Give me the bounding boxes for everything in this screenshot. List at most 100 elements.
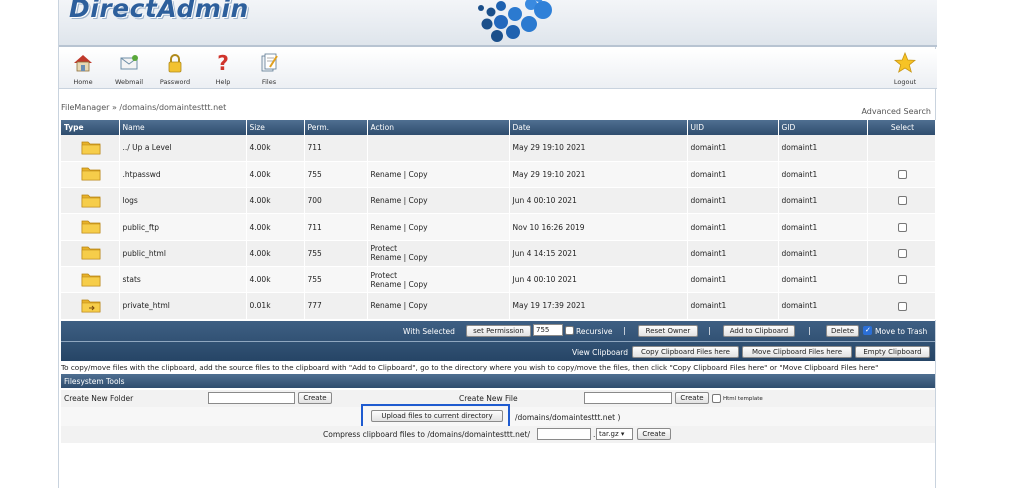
file-date: Jun 4 00:10 2021 [509,187,688,215]
type-cell [61,213,120,241]
file-name[interactable]: stats [119,266,247,294]
file-gid: domaint1 [778,161,868,189]
file-gid: domaint1 [778,187,868,215]
folder-icon[interactable] [81,244,101,262]
rename-copy-links[interactable]: Rename | Copy [371,170,428,179]
file-size: 0.01k [246,292,305,320]
col-date[interactable]: Date [509,120,688,135]
protect-link[interactable]: Protect [371,271,509,280]
toolbar-logout[interactable]: Logout [885,52,925,86]
table-row: ../ Up a Level 4.00k 711 May 29 19:10 2021 d… [61,135,936,162]
file-date: Nov 10 16:26 2019 [509,213,688,241]
advanced-search-link[interactable]: Advanced Search [861,107,931,116]
folder-icon[interactable] [81,271,101,289]
compress-row: Compress clipboard files to /domains/dom… [61,426,935,443]
select-checkbox[interactable] [898,249,907,259]
toolbar-password[interactable]: Password [155,52,195,86]
folder-link-icon[interactable] [81,297,101,315]
directadmin-logo[interactable]: DirectAdmin [69,0,249,23]
file-name[interactable]: logs [119,187,247,215]
file-perm[interactable]: 755 [304,266,368,294]
rename-copy-links[interactable]: Rename | Copy [371,301,428,310]
toolbar-webmail[interactable]: Webmail [109,52,149,86]
col-type[interactable]: Type [61,120,120,135]
col-size[interactable]: Size [246,120,305,135]
file-perm[interactable]: 777 [304,292,368,320]
folder-icon[interactable] [81,165,101,183]
toolbar-files[interactable]: Files [249,52,289,86]
separator: | [708,326,711,335]
rename-copy-links[interactable]: Rename | Copy [371,196,428,205]
permission-input[interactable]: 755 [533,324,563,336]
file-name[interactable]: public_ftp [119,213,247,241]
select-checkbox[interactable] [898,170,907,180]
file-perm[interactable]: 755 [304,161,368,189]
set-permission-button[interactable]: set Permission [466,325,531,337]
view-clipboard-link[interactable]: View Clipboard [572,348,628,357]
reset-owner-button[interactable]: Reset Owner [638,325,698,337]
toolbar-home[interactable]: Home [63,52,103,86]
file-name[interactable]: public_html [119,240,247,267]
compress-filename-input[interactable] [537,428,591,440]
file-perm[interactable]: 755 [304,240,368,267]
compress-create-button[interactable]: Create [637,428,671,440]
create-folder-button[interactable]: Create [298,392,332,404]
select-checkbox[interactable] [898,301,907,311]
select-checkbox[interactable] [898,275,907,285]
rename-copy-links[interactable]: Rename | Copy [371,223,428,232]
file-actions: Protect Rename | Copy [367,266,510,294]
select-checkbox[interactable] [898,196,907,206]
clipboard-instructions: To copy/move files with the clipboard, a… [61,363,879,372]
file-actions: Rename | Copy [367,292,510,320]
file-name[interactable]: .htpasswd [119,161,247,189]
protect-link[interactable]: Protect [371,244,509,253]
col-uid[interactable]: UID [687,120,779,135]
file-size: 4.00k [246,161,305,189]
with-selected-row: With Selected set Permission 755 Recursi… [61,324,935,339]
delete-button[interactable]: Delete [826,325,859,337]
toolbar: Home Webmail Password ? Help Files Logou… [59,49,937,89]
clipboard-row: View Clipboard Copy Clipboard Files here… [61,345,935,360]
filesystem-tools-header: Filesystem Tools [61,374,935,388]
col-gid[interactable]: GID [778,120,868,135]
create-file-button[interactable]: Create [675,392,709,404]
select-checkbox[interactable] [898,222,907,232]
new-folder-input[interactable] [208,392,295,404]
with-selected-label: With Selected [403,327,455,336]
page-frame: DirectAdmin Home Webmail Password ? Help… [58,0,937,488]
webmail-icon [120,55,138,70]
new-file-input[interactable] [584,392,672,404]
folder-icon[interactable] [81,139,101,157]
recursive-label: Recursive [576,327,613,336]
banner: DirectAdmin [59,0,937,47]
col-select[interactable]: Select [867,120,936,135]
folder-icon[interactable] [81,218,101,236]
folder-icon[interactable] [81,192,101,210]
file-actions: Protect Rename | Copy [367,240,510,267]
file-size: 4.00k [246,135,305,162]
rename-copy-links[interactable]: Rename | Copy [371,253,509,262]
file-name[interactable]: private_html [119,292,247,320]
empty-clipboard-button[interactable]: Empty Clipboard [855,346,930,358]
file-perm[interactable]: 711 [304,213,368,241]
move-clipboard-button[interactable]: Move Clipboard Files here [742,346,852,358]
compress-format-select[interactable]: tar.gz ▾ [596,428,633,440]
move-to-trash-checkbox[interactable] [863,326,872,335]
select-cell [867,266,936,294]
rename-copy-links[interactable]: Rename | Copy [371,280,509,289]
recursive-checkbox[interactable] [565,326,574,335]
file-perm[interactable]: 711 [304,135,368,162]
copy-clipboard-button[interactable]: Copy Clipboard Files here [632,346,739,358]
html-template-checkbox[interactable] [712,394,721,403]
col-perm[interactable]: Perm. [304,120,368,135]
toolbar-help[interactable]: ? Help [203,52,243,86]
type-cell [61,135,120,162]
type-cell [61,240,120,267]
file-size: 4.00k [246,213,305,241]
breadcrumb: FileManager » /domains/domaintesttt.net [61,103,227,112]
add-to-clipboard-button[interactable]: Add to Clipboard [723,325,795,337]
file-perm[interactable]: 700 [304,187,368,215]
col-name[interactable]: Name [119,120,247,135]
file-name[interactable]: ../ Up a Level [119,135,247,162]
star-icon [894,52,916,73]
